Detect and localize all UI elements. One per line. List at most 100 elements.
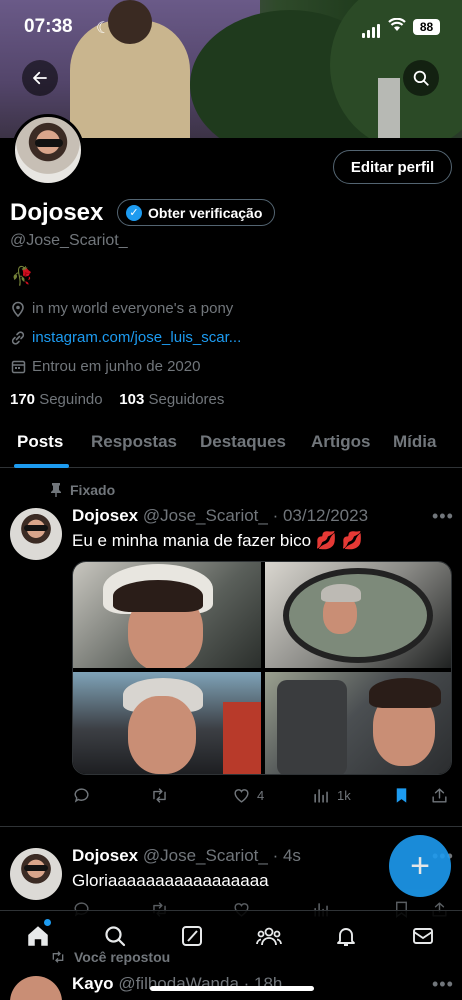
location-pin-icon — [10, 301, 26, 317]
reply-icon — [74, 788, 89, 803]
media-photo-4[interactable] — [265, 672, 451, 774]
nav-messages[interactable] — [410, 923, 436, 949]
more-options-icon[interactable]: ••• — [432, 506, 454, 527]
media-photo-1[interactable] — [73, 562, 261, 668]
tweet-author-name[interactable]: Kayo — [72, 974, 114, 993]
bell-icon — [337, 928, 355, 946]
like-count: 4 — [257, 788, 265, 803]
tweet-text: Gloriaaaaaaaaaaaaaaaaa — [72, 871, 269, 890]
nav-communities[interactable] — [256, 923, 282, 949]
link-icon — [10, 330, 26, 346]
photo-cap — [321, 584, 361, 602]
banner-post — [378, 78, 400, 138]
nav-search[interactable] — [102, 923, 128, 949]
more-options-icon[interactable]: ••• — [432, 974, 454, 995]
follow-stats: 170 Seguindo 103 Seguidores — [10, 391, 224, 408]
tab-replies[interactable]: Respostas — [91, 432, 177, 452]
bookmark-button[interactable] — [392, 786, 411, 805]
tweet-avatar[interactable] — [10, 976, 62, 1000]
following-link[interactable]: 170 Seguindo — [10, 391, 103, 408]
followers-label: Seguidores — [148, 391, 225, 408]
profile-handle: @Jose_Scariot_ — [10, 232, 128, 249]
plus-icon: + — [410, 846, 430, 885]
tweet-actions: 4 1k — [72, 786, 452, 810]
repost-icon — [153, 788, 166, 803]
profile-tabs: Posts Respostas Destaques Artigos Mídia — [0, 420, 462, 468]
tweet-header: Dojosex @Jose_Scariot_ · 03/12/2023 — [72, 506, 368, 526]
tweet-header: Kayo @filhodaWanda · 18h — [72, 974, 282, 994]
tweet-author-name[interactable]: Dojosex — [72, 846, 138, 865]
nav-notifications[interactable] — [333, 923, 359, 949]
photo-hair — [113, 580, 203, 612]
verified-badge-icon: ✓ — [126, 204, 142, 221]
tweet-avatar[interactable] — [10, 508, 62, 560]
compose-post-button[interactable]: + — [389, 835, 451, 897]
following-count: 170 — [10, 391, 36, 408]
moon-icon: ☾ — [96, 20, 111, 37]
arrow-left-icon — [33, 71, 47, 85]
profile-avatar[interactable] — [12, 114, 84, 186]
repost-icon — [52, 951, 64, 963]
get-verified-label: Obter verificação — [148, 204, 263, 221]
pinned-label: Fixado — [50, 482, 115, 498]
tab-articles[interactable]: Artigos — [311, 432, 371, 452]
profile-joined-date: Entrou em junho de 2020 — [10, 358, 200, 375]
active-tab-indicator — [14, 464, 69, 468]
home-icon — [28, 926, 48, 946]
view-count: 1k — [337, 788, 351, 803]
tab-posts[interactable]: Posts — [17, 432, 63, 452]
views-button[interactable]: 1k — [312, 786, 351, 805]
profile-bio: 🥀 — [11, 266, 34, 286]
nav-home[interactable] — [25, 923, 51, 949]
calendar-icon — [10, 359, 26, 375]
media-photo-3[interactable] — [73, 672, 261, 774]
repost-label: Você repostou — [50, 949, 170, 965]
tweet-handle-date: @Jose_Scariot_ · 03/12/2023 — [142, 506, 369, 525]
notification-dot — [44, 919, 51, 926]
home-indicator — [150, 986, 314, 991]
photo-mirror — [283, 568, 433, 663]
communities-icon — [256, 927, 282, 946]
search-icon — [413, 70, 429, 86]
get-verified-button[interactable]: ✓ Obter verificação — [117, 199, 276, 226]
reply-button[interactable] — [72, 786, 91, 805]
search-button[interactable] — [403, 60, 439, 96]
tweet-handle-date: @Jose_Scariot_ · 4s — [142, 846, 301, 865]
tweet-author-name[interactable]: Dojosex — [72, 506, 138, 525]
profile-name: Dojosex — [10, 199, 104, 226]
heart-icon — [234, 789, 249, 803]
pin-icon — [51, 483, 61, 497]
signal-icon — [362, 20, 382, 38]
views-chart-icon — [314, 789, 328, 803]
status-time: 07:38 — [24, 16, 73, 37]
pinned-text: Fixado — [70, 482, 116, 498]
nav-grok[interactable] — [179, 923, 205, 949]
share-icon — [432, 788, 447, 803]
share-button[interactable] — [430, 786, 449, 805]
photo-hair — [369, 678, 441, 708]
website-link[interactable]: instagram.com/jose_luis_scar... — [32, 329, 241, 346]
photo-seat — [223, 702, 261, 774]
search-icon — [105, 926, 126, 947]
repost-button[interactable] — [150, 786, 169, 805]
location-text: in my world everyone's a pony — [32, 300, 234, 317]
envelope-icon — [413, 928, 433, 944]
tweet-text: Eu e minha mania de fazer bico 💋 💋 — [72, 531, 363, 550]
tab-highlights[interactable]: Destaques — [200, 432, 286, 452]
following-label: Seguindo — [39, 391, 103, 408]
edit-profile-button[interactable]: Editar perfil — [333, 150, 452, 184]
grok-icon — [182, 926, 202, 946]
followers-link[interactable]: 103 Seguidores — [119, 391, 224, 408]
profile-website[interactable]: instagram.com/jose_luis_scar... — [10, 329, 241, 346]
bookmark-filled-icon — [396, 788, 407, 803]
profile-location: in my world everyone's a pony — [10, 300, 233, 317]
back-button[interactable] — [22, 60, 58, 96]
photo-face — [128, 696, 196, 774]
media-photo-2[interactable] — [265, 562, 451, 668]
like-button[interactable]: 4 — [232, 786, 264, 805]
joined-text: Entrou em junho de 2020 — [32, 358, 201, 375]
tweet-avatar[interactable] — [10, 848, 62, 900]
tweet-media-grid[interactable] — [72, 561, 452, 775]
repost-label-text: Você repostou — [74, 949, 171, 965]
tab-media[interactable]: Mídia — [393, 432, 436, 452]
